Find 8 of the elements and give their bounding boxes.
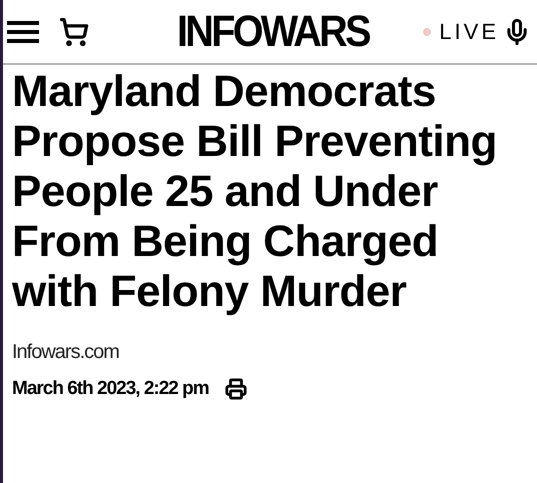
site-logo[interactable]: INFOWARS <box>177 10 369 54</box>
live-link[interactable]: LIVE <box>439 15 499 48</box>
article-date: March 6th 2023, 2:22 pm <box>12 377 209 401</box>
article-source: Infowars.com <box>12 340 120 365</box>
article-headline: Maryland Democrats Propose Bill Preventing People 25 and Under From Being Charged with Felony Murder <box>12 67 498 317</box>
print-icon[interactable] <box>224 378 247 400</box>
cart-icon[interactable] <box>59 16 89 46</box>
menu-icon[interactable] <box>7 18 39 44</box>
